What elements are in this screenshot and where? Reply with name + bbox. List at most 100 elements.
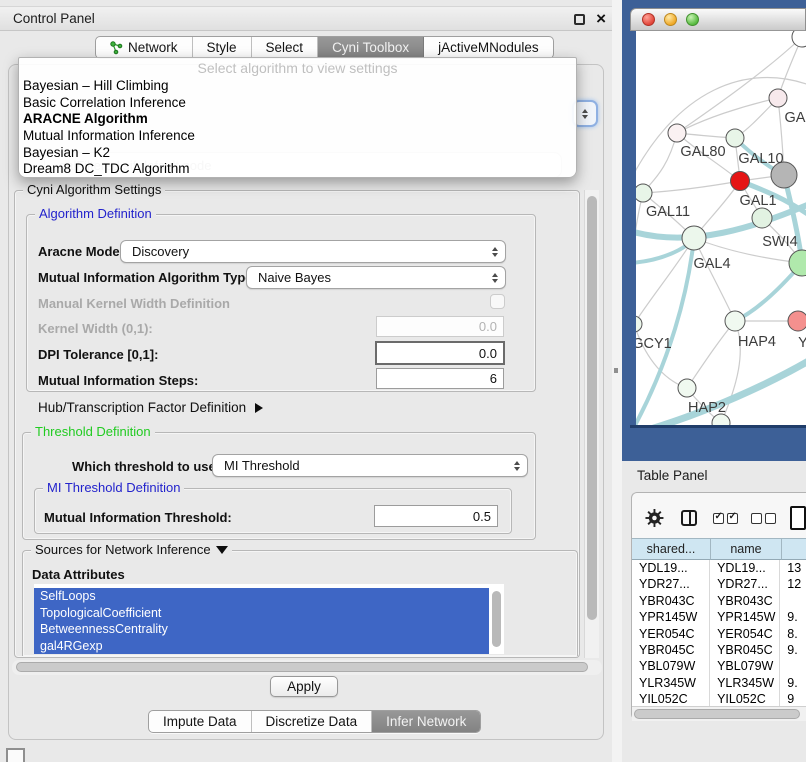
cell-name: YLR345W	[710, 675, 780, 691]
tab-infer-network[interactable]: Infer Network	[372, 711, 480, 732]
node-gal10[interactable]	[726, 129, 744, 147]
node[interactable]	[769, 89, 787, 107]
aracne-mode-combobox[interactable]: Discovery	[120, 240, 506, 263]
sources-title-text: Sources for Network Inference	[35, 542, 211, 557]
close-panel-icon[interactable]: ×	[596, 8, 606, 30]
tab-impute-data[interactable]: Impute Data	[149, 711, 252, 732]
tab-discretize-data-label: Discretize Data	[266, 714, 358, 729]
node-label: HAP4	[738, 334, 776, 350]
select-all-icon[interactable]	[713, 513, 738, 524]
hub-definition-expander[interactable]: Hub/Transcription Factor Definition	[38, 400, 263, 415]
table-row[interactable]: YBL079W YBL079W	[632, 658, 806, 674]
node-label: GAL	[784, 110, 806, 126]
float-panel-icon[interactable]	[574, 14, 585, 25]
list-item[interactable]: gal4RGexp	[34, 638, 489, 655]
kernel-width-input[interactable]	[376, 316, 504, 337]
split-pane-divider[interactable]	[612, 0, 622, 762]
column-header-name[interactable]: name	[711, 538, 782, 560]
table-row[interactable]: YIL052C YIL052C 9	[632, 691, 806, 706]
node-gal80[interactable]	[668, 124, 686, 142]
apply-button[interactable]: Apply	[270, 676, 338, 697]
window-close-button[interactable]	[642, 13, 655, 26]
table-hscrollbar-track[interactable]	[632, 706, 806, 721]
combo-arrows-icon	[492, 267, 498, 288]
tab-style[interactable]: Style	[193, 37, 252, 58]
mi-threshold-label: Mutual Information Threshold:	[44, 510, 232, 525]
table-row[interactable]: YBR043C YBR043C	[632, 593, 806, 609]
node[interactable]	[752, 208, 772, 228]
network-window-titlebar[interactable]	[630, 8, 806, 31]
combo-arrows-icon	[492, 241, 498, 262]
which-threshold-combobox[interactable]: MI Threshold	[212, 454, 528, 477]
tab-select[interactable]: Select	[252, 37, 319, 58]
kernel-width-label: Kernel Width (0,1):	[38, 321, 153, 336]
list-scrollbar[interactable]	[492, 591, 501, 647]
table-row[interactable]: YER054C YER054C 8.	[632, 626, 806, 642]
table-hscrollbar-thumb[interactable]	[634, 709, 800, 719]
threshold-definition-title: Threshold Definition	[31, 424, 155, 439]
table-panel-title: Table Panel	[637, 468, 708, 483]
control-panel: Control Panel × Network Style Select	[0, 0, 612, 762]
dpi-tolerance-input[interactable]	[375, 341, 505, 365]
node-gcy1[interactable]	[636, 316, 642, 332]
gear-icon[interactable]	[645, 507, 664, 529]
manual-kernel-width-checkbox[interactable]	[490, 294, 505, 309]
table-body: YDL19... YDL19... 13 YDR27... YDR27... 1…	[632, 560, 806, 706]
which-threshold-value: MI Threshold	[224, 458, 300, 473]
dropdown-item[interactable]: Mutual Information Inference	[19, 128, 576, 145]
list-item[interactable]: BetweennessCentrality	[34, 621, 489, 638]
settings-vscrollbar-track[interactable]	[584, 190, 599, 658]
dropdown-item[interactable]: Basic Correlation Inference	[19, 95, 576, 112]
column-header-shared-name[interactable]: shared...	[632, 538, 711, 560]
table-row[interactable]: YDR27... YDR27... 12	[632, 576, 806, 592]
dropdown-item[interactable]: Dream8 DC_TDC Algorithm	[19, 161, 576, 178]
network-view-canvas[interactable]: GAL GAL80 GAL10 GAL1 GAL11 SWI4 GAL4 GCY…	[636, 31, 806, 425]
cell-name: YER054C	[710, 626, 780, 642]
tab-network[interactable]: Network	[96, 37, 193, 58]
dropdown-item[interactable]: Bayesian – K2	[19, 145, 576, 162]
settings-vscrollbar-thumb[interactable]	[587, 196, 597, 620]
cell-name: YBR045C	[710, 642, 780, 658]
tab-cyni-toolbox[interactable]: Cyni Toolbox	[318, 37, 424, 58]
node-label: GAL80	[680, 144, 725, 160]
list-item[interactable]: SelfLoops	[34, 588, 489, 605]
data-attributes-list: SelfLoops TopologicalCoefficient Between…	[34, 584, 504, 654]
window-bottom-edge	[630, 425, 806, 428]
window-zoom-button[interactable]	[686, 13, 699, 26]
dropdown-item-selected[interactable]: ARACNE Algorithm	[19, 111, 576, 128]
table-row[interactable]: YLR345W YLR345W 9.	[632, 675, 806, 691]
table-row[interactable]: YDL19... YDL19... 13	[632, 560, 806, 576]
table-row[interactable]: YBR045C YBR045C 9.	[632, 642, 806, 658]
node-hap4[interactable]	[725, 311, 745, 331]
control-panel-titlebar: Control Panel ×	[0, 6, 612, 31]
columns-icon[interactable]	[681, 510, 697, 526]
cyni-mode-tabs: Impute Data Discretize Data Infer Networ…	[148, 710, 481, 733]
function-builder-icon[interactable]	[790, 506, 806, 530]
cell-name: YDL19...	[710, 560, 780, 576]
dropdown-item[interactable]: Bayesian – Hill Climbing	[19, 78, 576, 95]
settings-hscrollbar-thumb[interactable]	[16, 662, 588, 672]
column-header-clipped[interactable]	[782, 538, 806, 560]
list-item[interactable]: TopologicalCoefficient	[34, 605, 489, 622]
mi-threshold-input[interactable]	[374, 505, 498, 527]
panel-corner-icon[interactable]	[6, 748, 25, 762]
table-toolbar	[632, 497, 806, 539]
mi-algorithm-type-combobox[interactable]: Naive Bayes	[246, 266, 506, 289]
settings-hscrollbar-track[interactable]	[12, 660, 602, 675]
tab-jactivemnodules[interactable]: jActiveMNodules	[424, 37, 553, 58]
window-minimize-button[interactable]	[664, 13, 677, 26]
mi-steps-input[interactable]	[376, 368, 504, 389]
node-gal1-red[interactable]	[731, 172, 750, 191]
node-gal11[interactable]	[636, 184, 652, 202]
node-salmon[interactable]	[788, 311, 806, 331]
node-label: GAL1	[739, 193, 776, 209]
node-hap2[interactable]	[678, 379, 696, 397]
cell-value: 12	[780, 576, 806, 592]
panel-title: Control Panel	[13, 11, 95, 26]
table-row[interactable]: YPR145W YPR145W 9.	[632, 609, 806, 625]
deselect-all-icon[interactable]	[751, 513, 776, 524]
cell-value: 9	[780, 691, 806, 706]
tab-discretize-data[interactable]: Discretize Data	[252, 711, 373, 732]
node-gal4[interactable]	[682, 226, 706, 250]
hub-definition-label: Hub/Transcription Factor Definition	[38, 400, 246, 415]
